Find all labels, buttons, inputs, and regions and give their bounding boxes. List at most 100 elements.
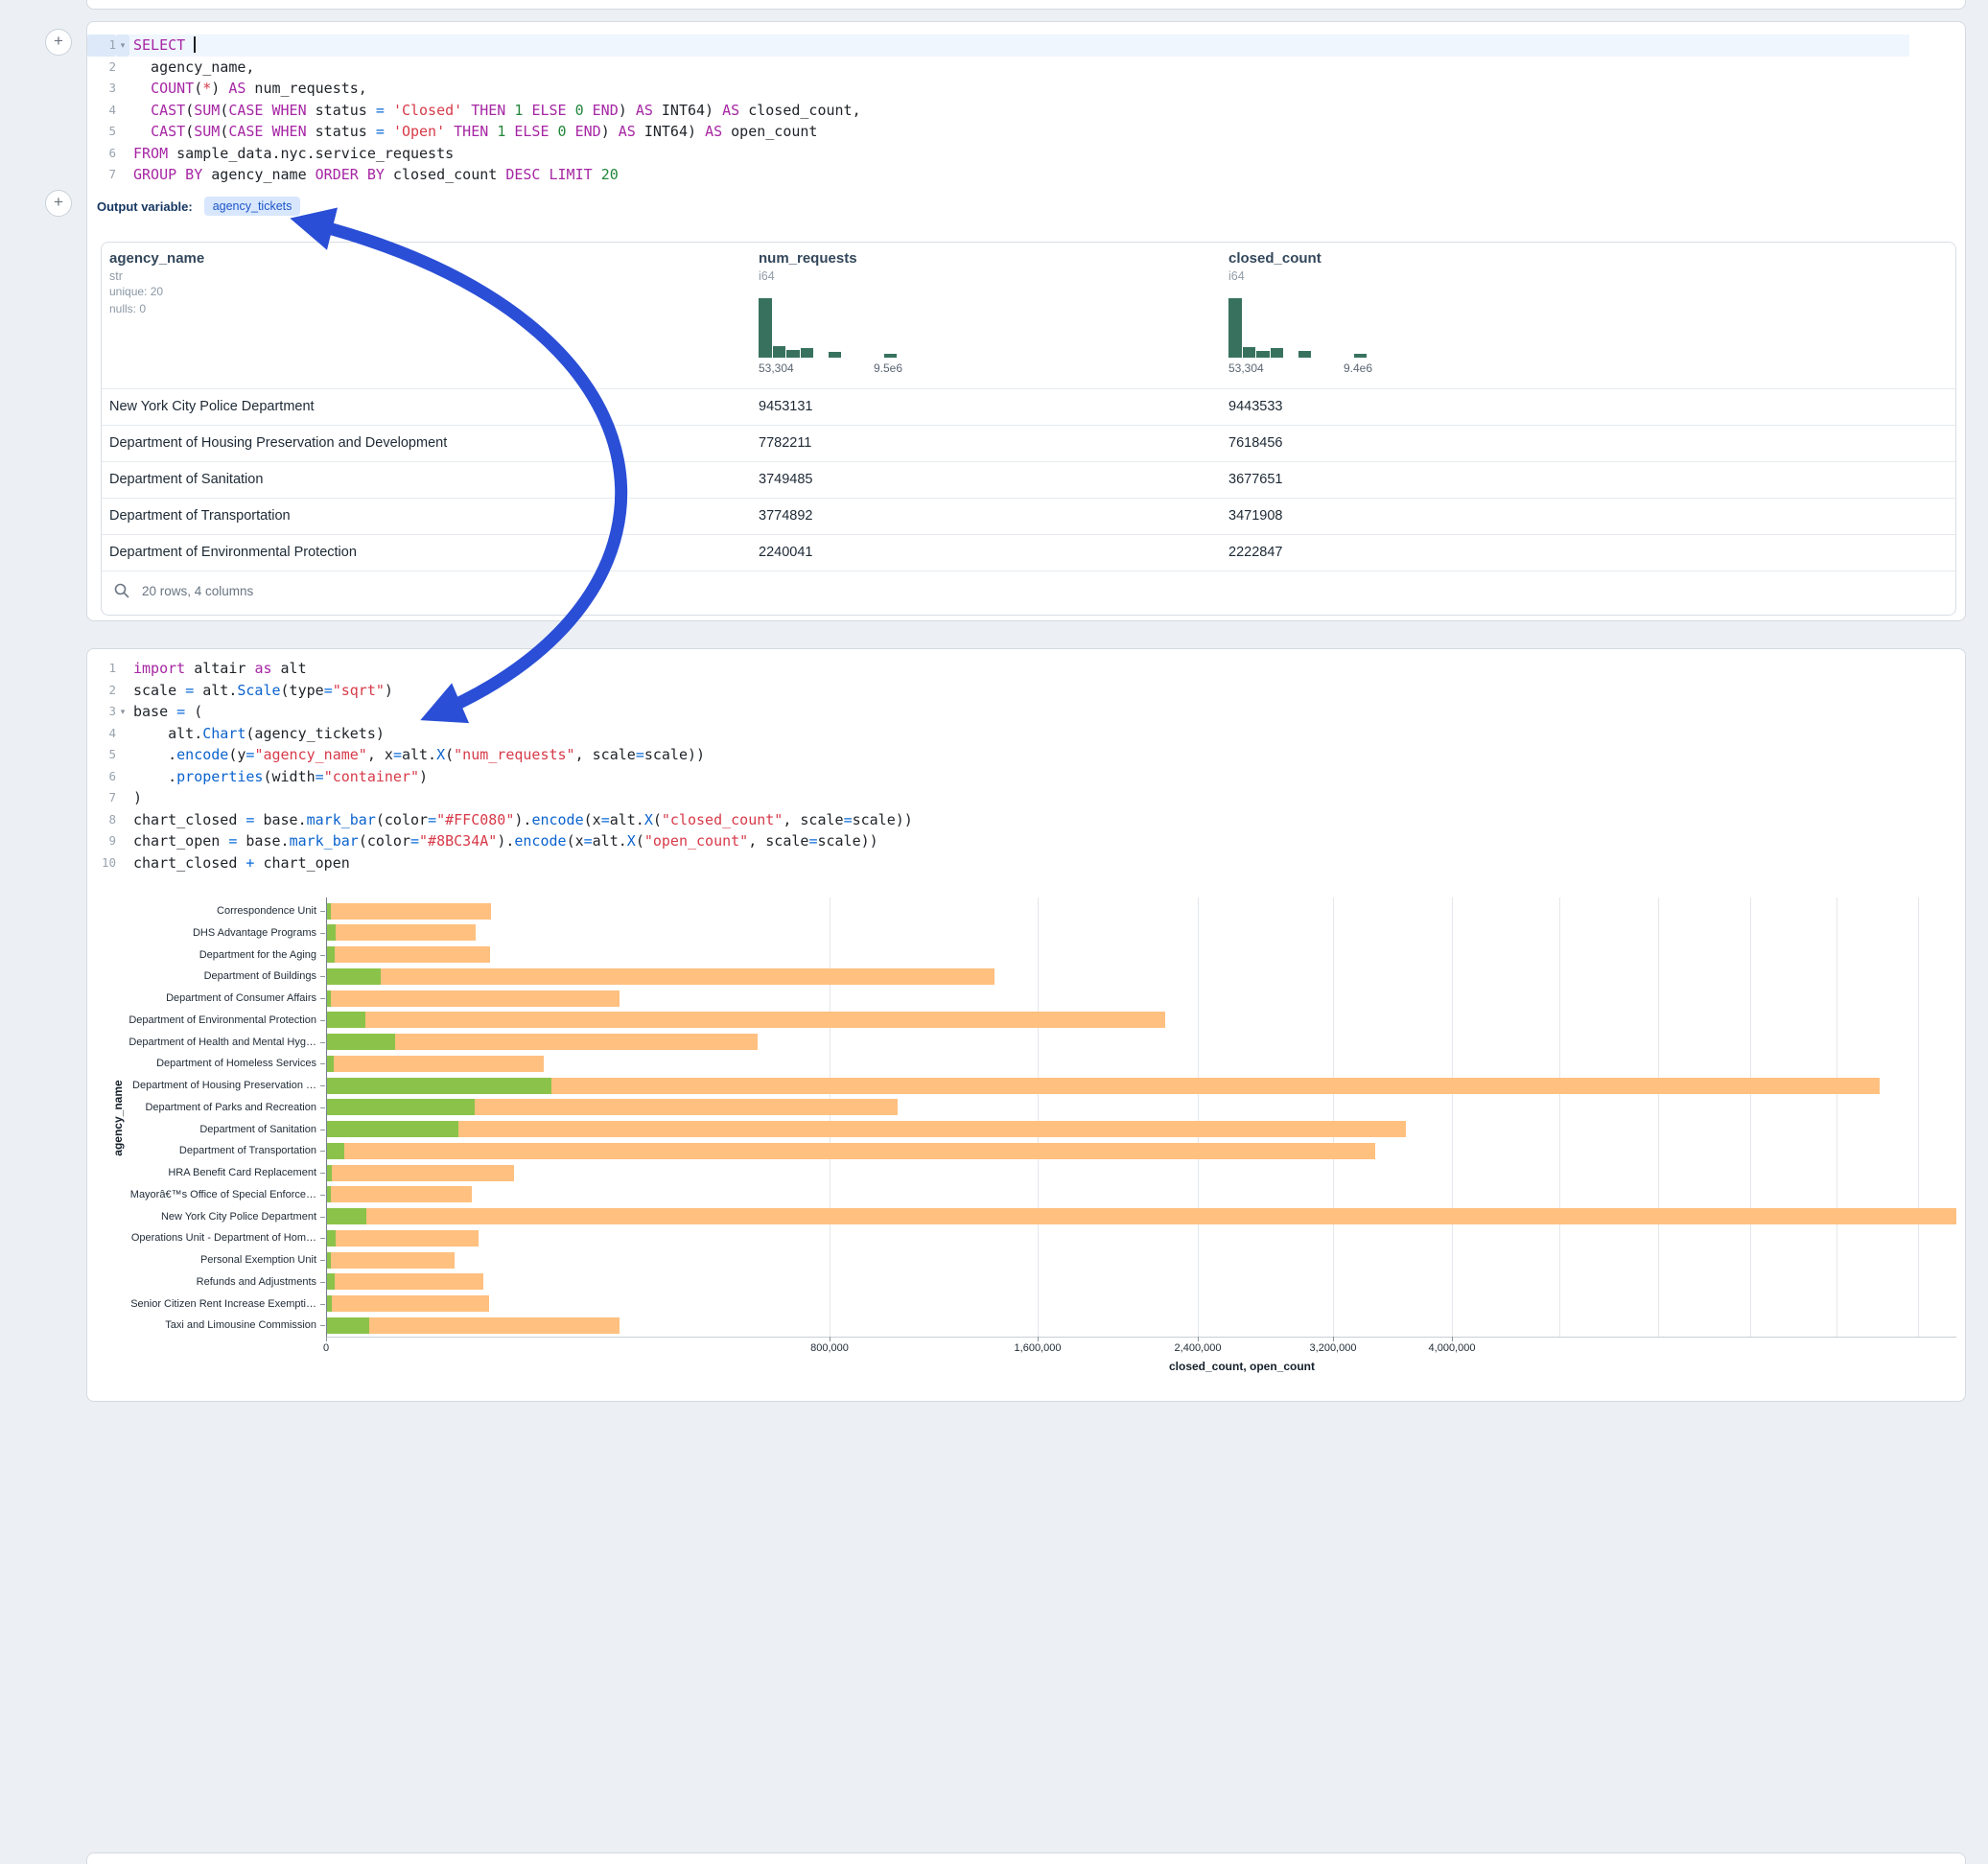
y-tick-label: Department of Health and Mental Hyg… (86, 1036, 316, 1049)
code-token: chart_closed (133, 854, 246, 872)
code-text[interactable]: COUNT(*) AS num_requests, (129, 78, 367, 100)
y-tick-mark (320, 1107, 325, 1108)
code-text[interactable]: CAST(SUM(CASE WHEN status = 'Closed' THE… (129, 100, 861, 122)
code-token: ) (385, 682, 393, 699)
code-text[interactable]: base = ( (129, 701, 202, 723)
gridline (1658, 897, 1659, 1337)
code-token: base. (237, 832, 289, 850)
code-token: FROM (133, 145, 168, 162)
y-tick-label: Personal Exemption Unit (86, 1253, 316, 1267)
search-icon[interactable] (113, 582, 130, 599)
code-token (385, 102, 393, 119)
code-token: 0 (575, 102, 584, 119)
code-token: Chart (202, 725, 246, 742)
y-tick-mark (320, 1238, 325, 1239)
y-tick-mark (320, 1325, 325, 1326)
range-min: 53,304 (759, 361, 794, 375)
line-number: 2 (87, 680, 116, 702)
code-line: 3▾base = ( (87, 701, 1909, 723)
code-token: alt. (133, 725, 202, 742)
code-text[interactable]: SELECT (129, 35, 196, 57)
table-cell: 3471908 (1228, 499, 1282, 534)
code-text[interactable]: chart_open = base.mark_bar(color="#8BC34… (129, 830, 878, 852)
code-token: base (133, 703, 176, 720)
code-token: alt (272, 660, 307, 677)
gridline (1918, 897, 1919, 1337)
code-token: ( (445, 746, 454, 763)
code-text[interactable]: .properties(width="container") (129, 766, 428, 788)
table-row[interactable]: Department of Sanitation37494853677651 (102, 462, 1955, 499)
code-token: ( (653, 811, 662, 828)
code-token: = (376, 102, 385, 119)
code-token (550, 123, 558, 140)
code-token: COUNT (151, 80, 194, 97)
code-text[interactable]: FROM sample_data.nyc.service_requests (129, 143, 454, 165)
y-tick-mark (320, 1042, 325, 1043)
code-token: chart_open (254, 854, 349, 872)
y-tick-label: Correspondence Unit (86, 904, 316, 918)
code-line: 5 .encode(y="agency_name", x=alt.X("num_… (87, 744, 1909, 766)
code-text[interactable]: agency_name, (129, 57, 254, 79)
code-line: 1import altair as alt (87, 658, 1909, 680)
text-cursor (194, 36, 196, 53)
sql-code-editor[interactable]: 1▾SELECT 2 agency_name,3 COUNT(*) AS num… (87, 35, 1909, 186)
output-variable-label: Output variable: (97, 199, 193, 214)
y-tick-mark (320, 1173, 325, 1174)
python-code-editor[interactable]: 1import altair as alt2 scale = alt.Scale(… (87, 658, 1909, 874)
add-cell-button[interactable]: + (45, 29, 72, 56)
code-line: 8chart_closed = base.mark_bar(color="#FF… (87, 809, 1909, 831)
table-row[interactable]: Department of Transportation377489234719… (102, 499, 1955, 535)
bar-open-count (326, 1056, 334, 1072)
code-token: WHEN (272, 123, 307, 140)
table-cell: 7618456 (1228, 426, 1282, 461)
code-token: CAST (151, 102, 185, 119)
code-token (445, 123, 454, 140)
bar-open-count (326, 1143, 344, 1159)
output-variable-chip[interactable]: agency_tickets (204, 197, 301, 216)
gridline (1836, 897, 1837, 1337)
code-token: = (393, 746, 402, 763)
code-line: 4 CAST(SUM(CASE WHEN status = 'Closed' T… (87, 100, 1909, 122)
code-token: mark_bar (307, 811, 376, 828)
y-tick-label: Department of Environmental Protection (86, 1014, 316, 1027)
histogram-bar (759, 298, 772, 358)
bar-closed-count (326, 924, 476, 941)
code-text[interactable]: chart_closed + chart_open (129, 852, 350, 874)
code-token: alt. (610, 811, 644, 828)
code-text[interactable]: import altair as alt (129, 658, 307, 680)
collapse-chevron-icon[interactable]: ▾ (116, 35, 129, 57)
add-cell-button[interactable]: + (45, 190, 72, 217)
code-text[interactable]: scale = alt.Scale(type="sqrt") (129, 680, 393, 702)
y-tick-label: Senior Citizen Rent Increase Exempti… (86, 1297, 316, 1311)
code-token: INT64) (653, 102, 722, 119)
code-token: ) (133, 789, 142, 806)
column-header[interactable]: agency_namestrunique: 20nulls: 0 (109, 243, 646, 388)
column-header[interactable]: closed_counti6453,3049.4e6 (1228, 243, 1631, 388)
collapse-chevron-icon[interactable]: ▾ (116, 701, 129, 723)
code-text[interactable]: CAST(SUM(CASE WHEN status = 'Open' THEN … (129, 121, 817, 143)
chevron-spacer (116, 57, 129, 79)
column-header[interactable]: num_requestsi6453,3049.5e6 (759, 243, 1161, 388)
code-line: 6 FROM sample_data.nyc.service_requests (87, 143, 1909, 165)
bar-closed-count (326, 1252, 455, 1269)
x-tick-mark (1333, 1337, 1334, 1341)
bar-closed-count (326, 1295, 489, 1312)
gridline (1452, 897, 1453, 1337)
code-token: 1 (497, 123, 505, 140)
code-line: 7GROUP BY agency_name ORDER BY closed_co… (87, 164, 1909, 186)
code-token: Scale (237, 682, 280, 699)
code-token: END (575, 123, 601, 140)
code-text[interactable]: chart_closed = base.mark_bar(color="#FFC… (129, 809, 913, 831)
code-text[interactable]: alt.Chart(agency_tickets) (129, 723, 385, 745)
code-text[interactable]: GROUP BY agency_name ORDER BY closed_cou… (129, 164, 619, 186)
bar-closed-count (326, 1165, 514, 1181)
line-number: 6 (87, 143, 116, 165)
code-token: open_count (722, 123, 817, 140)
y-tick-label: Department of Consumer Affairs (86, 991, 316, 1005)
code-text[interactable]: ) (129, 787, 142, 809)
table-row[interactable]: Department of Housing Preservation and D… (102, 426, 1955, 462)
table-row[interactable]: New York City Police Department945313194… (102, 389, 1955, 426)
code-text[interactable]: .encode(y="agency_name", x=alt.X("num_re… (129, 744, 705, 766)
code-token: X (644, 811, 653, 828)
gridline (1333, 897, 1334, 1337)
